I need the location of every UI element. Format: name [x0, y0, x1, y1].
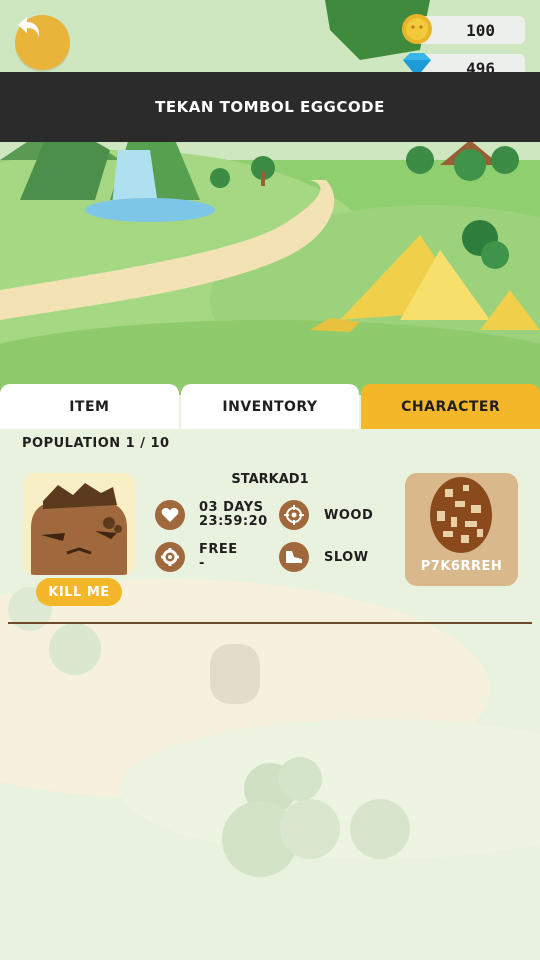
eggcode-qr-icon [430, 477, 492, 553]
lifetime-value: 03 DAYS 23:59:20 [199, 501, 268, 529]
job-status: FREE [199, 542, 238, 557]
population-count: POPULATION 1 / 10 [22, 436, 170, 451]
shoe-icon [279, 542, 309, 572]
tab-bar: ITEM INVENTORY CHARACTER [0, 384, 540, 429]
game-scene: 100 496 TEKAN TOMBOL EGGCODE [0, 0, 540, 395]
kill-me-label: KILL ME [48, 584, 110, 600]
instruction-banner: TEKAN TOMBOL EGGCODE [0, 72, 540, 142]
lifetime-time: 23:59:20 [199, 514, 268, 529]
gear-icon [155, 542, 185, 572]
back-arrow-icon [18, 17, 40, 37]
section-divider [8, 622, 532, 624]
kill-me-button[interactable]: KILL ME [36, 578, 122, 606]
eggcode-button[interactable]: P7K6RREH [405, 473, 518, 586]
lifetime-days: 03 DAYS [199, 500, 264, 515]
coin-counter: 100 [402, 14, 525, 44]
back-button[interactable] [15, 15, 70, 70]
instruction-text: TEKAN TOMBOL EGGCODE [155, 98, 385, 116]
coin-amount: 100 [466, 20, 495, 40]
tab-character[interactable]: CHARACTER [361, 384, 540, 429]
heart-icon [155, 500, 185, 530]
tab-inventory-label: INVENTORY [222, 398, 318, 415]
monster-avatar [31, 483, 127, 575]
eggcode-label: P7K6RREH [420, 559, 503, 574]
tab-item-label: ITEM [69, 398, 110, 415]
resource-value: WOOD [324, 508, 374, 523]
character-panel: POPULATION 1 / 10 STARKAD1 KILL ME 03 DA… [0, 429, 540, 960]
job-value: FREE - [199, 543, 238, 571]
character-name-text: STARKAD1 [231, 472, 309, 487]
character-portrait[interactable] [23, 473, 135, 575]
tab-character-label: CHARACTER [401, 398, 501, 415]
target-icon [279, 500, 309, 530]
job-detail: - [199, 556, 205, 571]
speed-value: SLOW [324, 550, 369, 565]
tab-inventory[interactable]: INVENTORY [180, 384, 360, 429]
tab-item[interactable]: ITEM [0, 384, 179, 429]
